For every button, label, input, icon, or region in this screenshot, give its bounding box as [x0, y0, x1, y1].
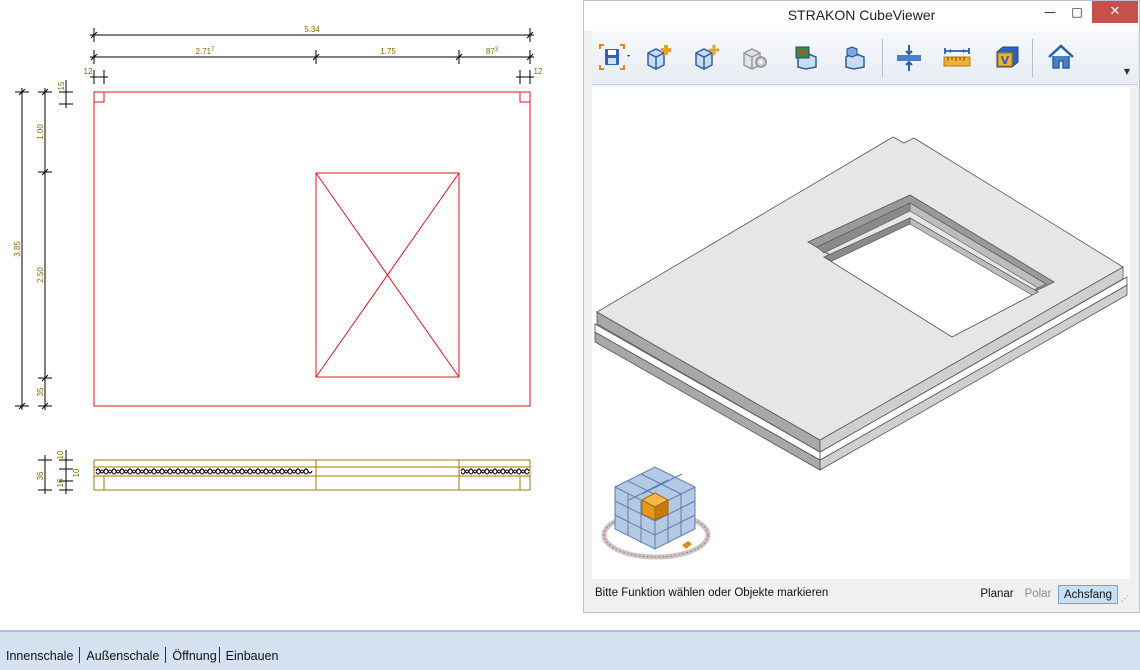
- 3d-viewport[interactable]: [592, 87, 1130, 579]
- tab-einbauen[interactable]: Einbauen: [226, 649, 279, 663]
- tab-oeffnung[interactable]: Öffnung: [172, 649, 216, 663]
- dim-h-top-label: 1.00: [36, 124, 45, 140]
- section-icon: [897, 45, 921, 71]
- home-button[interactable]: [1042, 39, 1080, 75]
- view-image-button[interactable]: [788, 39, 826, 75]
- dim-section-total-label: 36: [36, 471, 45, 480]
- slab-plan[interactable]: [93, 91, 531, 407]
- mode-achsfang-toggle[interactable]: Achsfang: [1058, 585, 1118, 604]
- cad-drawing-svg: 5.34 2.717 1.75 873 12 12 3.85 1.00 2.50…: [13, 25, 543, 494]
- viewer-statusbar: Bitte Funktion wählen oder Objekte marki…: [584, 581, 1139, 612]
- toolbar-overflow-icon[interactable]: ▼: [1120, 65, 1134, 79]
- view-cube-button[interactable]: [836, 39, 874, 75]
- svg-text:2.717: 2.717: [196, 47, 216, 56]
- settings-button[interactable]: [736, 39, 774, 75]
- tab-list: Innenschale Außenschale Öffnung Einbauen: [6, 647, 278, 663]
- dimension-corner-offsets: 12 12: [84, 67, 543, 84]
- tab-separator: [165, 647, 167, 663]
- cubeviewer-window[interactable]: STRAKON CubeViewer — □ ✕ V ▼ Bitte Funkt…: [583, 0, 1140, 613]
- dim-section-mid-label: 16: [56, 478, 65, 487]
- move-object-button[interactable]: [688, 39, 726, 75]
- close-button[interactable]: ✕: [1092, 1, 1138, 23]
- volume-button[interactable]: V: [988, 39, 1026, 75]
- status-message: Bitte Funktion wählen oder Objekte marki…: [595, 587, 829, 599]
- dimension-vertical-total: 3.85: [13, 88, 29, 410]
- dim-seg1-sup: 7: [211, 47, 215, 53]
- dim-left-offset-label: 12: [84, 67, 93, 76]
- dim-total-height-label: 3.85: [13, 241, 22, 257]
- dimension-section: 36 10 16 10: [36, 450, 81, 494]
- add-object-button[interactable]: [640, 39, 678, 75]
- measure-icon: [943, 48, 971, 67]
- dim-right-offset-label: 12: [534, 67, 543, 76]
- volume-icon: V: [996, 46, 1019, 68]
- home-icon: [1048, 44, 1074, 69]
- dimension-segments: 2.717 1.75 873: [90, 47, 534, 64]
- settings-icon: [743, 48, 767, 70]
- dim-h-mid-label: 2.50: [36, 267, 45, 283]
- viewer-toolbar: V ▼: [592, 31, 1138, 85]
- resize-grip-icon[interactable]: ⋰: [1121, 594, 1133, 606]
- tab-separator: [79, 647, 81, 663]
- toolbar-separator: [1032, 39, 1033, 77]
- dim-h-top-small-label: 15: [57, 81, 66, 90]
- dimension-vertical-segments: 1.00 2.50 35: [36, 88, 52, 410]
- bottom-tab-bar: Innenschale Außenschale Öffnung Einbauen: [0, 630, 1140, 670]
- dimension-total-width: 5.34: [90, 25, 534, 42]
- measure-button[interactable]: [938, 39, 976, 75]
- add-object-icon: [647, 45, 671, 70]
- section-button[interactable]: [890, 39, 928, 75]
- app-root: 5.34 2.717 1.75 873 12 12 3.85 1.00 2.50…: [0, 0, 1140, 670]
- save-icon: [599, 44, 630, 70]
- dim-seg1-label: 2.71: [196, 47, 212, 56]
- move-object-icon: [695, 44, 720, 70]
- minimize-button[interactable]: —: [1039, 1, 1061, 23]
- dim-h-bottom-label: 35: [36, 387, 45, 396]
- save-button[interactable]: [594, 39, 634, 75]
- cad-drawing-area[interactable]: 5.34 2.717 1.75 873 12 12 3.85 1.00 2.50…: [0, 0, 580, 630]
- window-titlebar[interactable]: STRAKON CubeViewer — □ ✕: [584, 1, 1139, 31]
- dim-section-bottom-label: 10: [72, 468, 81, 477]
- tab-innenschale[interactable]: Innenschale: [6, 649, 73, 663]
- svg-text:873: 873: [486, 47, 499, 56]
- view-cube-icon: [845, 46, 865, 70]
- dimension-vertical-top-small: 15: [57, 80, 73, 108]
- dim-total-width-label: 5.34: [304, 25, 320, 34]
- dim-seg2-label: 1.75: [380, 47, 396, 56]
- mode-polar-toggle[interactable]: Polar: [1021, 585, 1055, 604]
- dim-section-top-label: 10: [56, 450, 65, 459]
- mode-planar-toggle[interactable]: Planar: [977, 585, 1017, 604]
- tab-aussenschale[interactable]: Außenschale: [86, 649, 159, 663]
- navigation-cube-icon[interactable]: [600, 457, 720, 567]
- maximize-button[interactable]: □: [1066, 1, 1088, 23]
- tab-separator: [218, 647, 220, 663]
- view-image-icon: [795, 46, 817, 70]
- svg-text:V: V: [1001, 54, 1010, 67]
- dim-seg3-sup: 3: [495, 47, 499, 53]
- toolbar-separator: [882, 39, 883, 77]
- slab-section[interactable]: [93, 459, 531, 491]
